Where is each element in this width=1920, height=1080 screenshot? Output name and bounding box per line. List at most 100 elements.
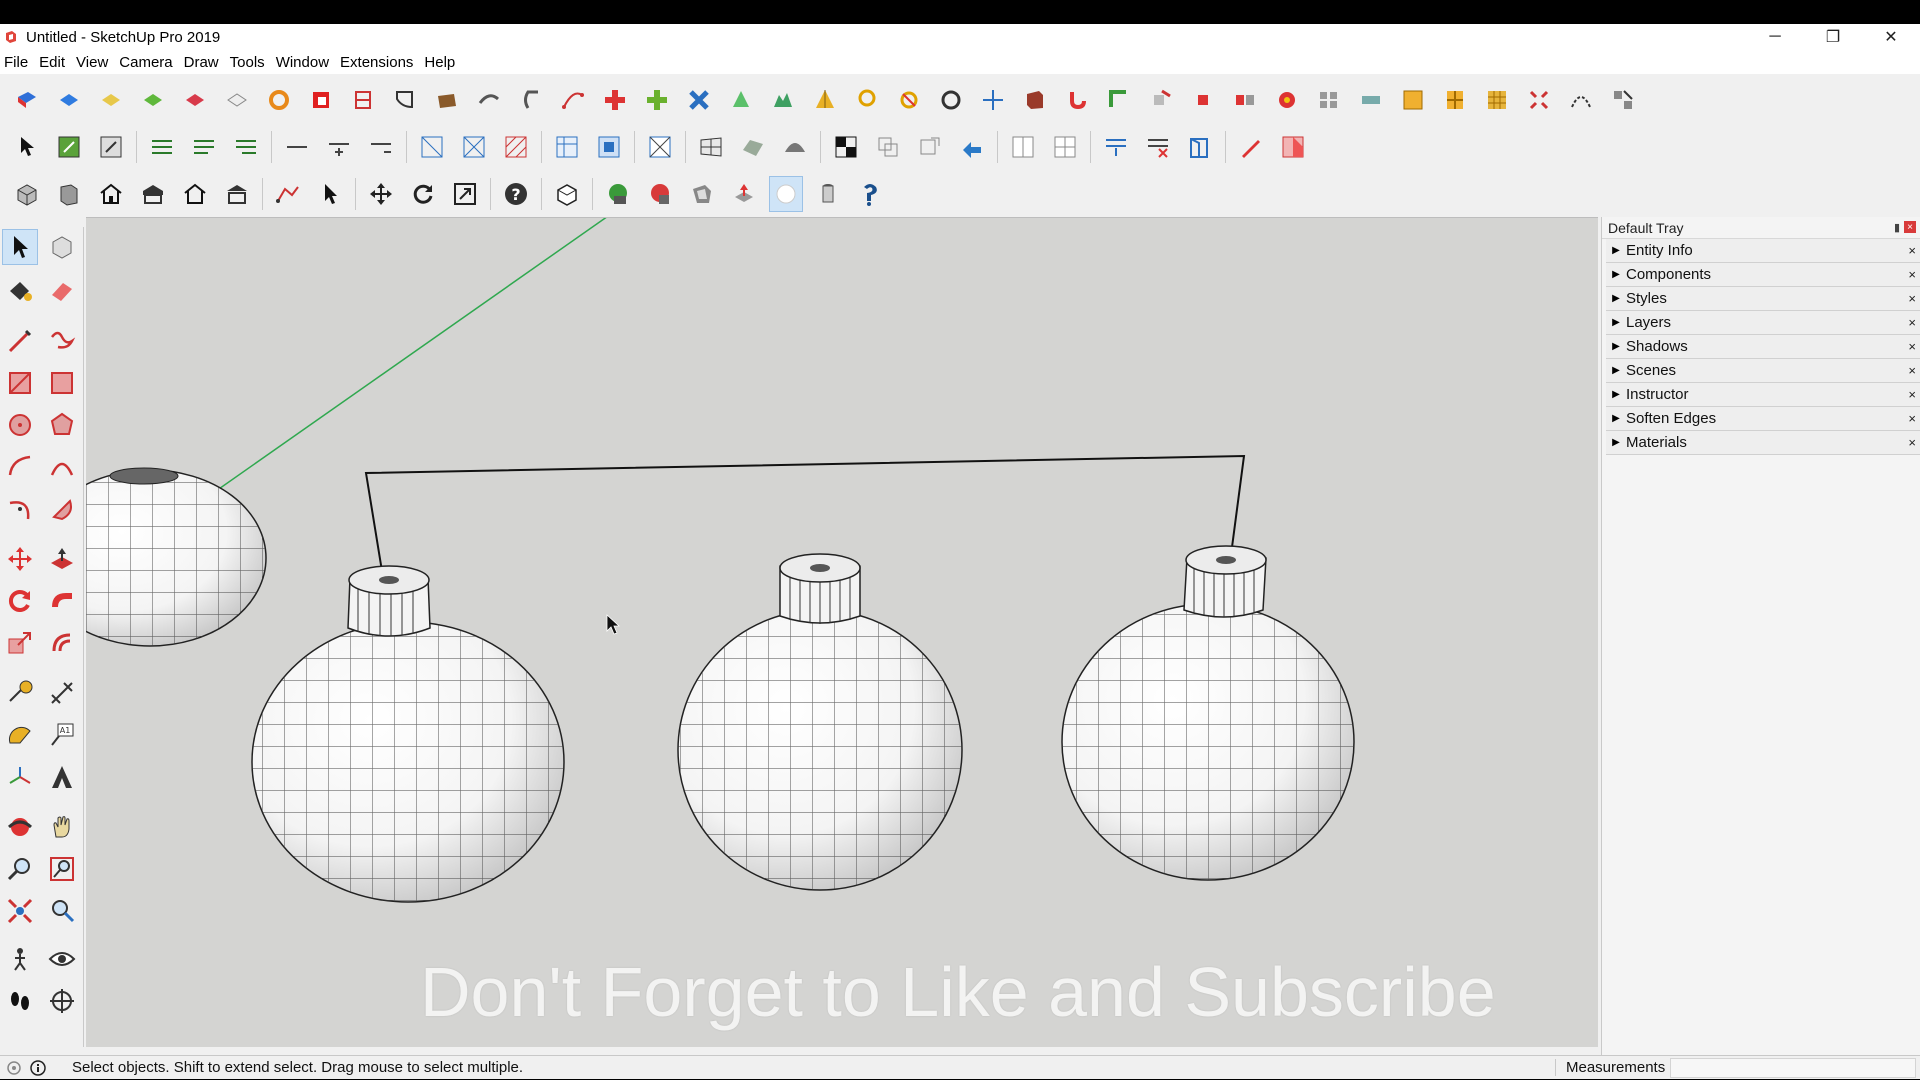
copy-faces-icon[interactable] — [871, 129, 905, 165]
iso-view-icon[interactable] — [10, 176, 44, 212]
top-view-icon[interactable] — [52, 176, 86, 212]
green-box-icon[interactable] — [52, 129, 86, 165]
component-tool-icon[interactable] — [44, 229, 80, 265]
info-icon[interactable] — [28, 1058, 48, 1078]
dash-plus-icon[interactable] — [322, 129, 356, 165]
previous-view-icon[interactable] — [44, 893, 80, 929]
layout-icon[interactable] — [1606, 82, 1640, 118]
pencil-red-icon[interactable] — [1234, 129, 1268, 165]
scale-icon[interactable] — [448, 176, 482, 212]
array-icon[interactable] — [1312, 82, 1346, 118]
panel-close-icon[interactable]: × — [1908, 435, 1916, 450]
menu-tools[interactable]: Tools — [226, 54, 272, 71]
resize-box-icon[interactable] — [94, 129, 128, 165]
orbit-tool-icon[interactable] — [2, 809, 38, 845]
export-faces-icon[interactable] — [913, 129, 947, 165]
bezier-icon[interactable] — [556, 82, 590, 118]
rotate-copy-icon[interactable] — [1144, 82, 1178, 118]
loop-red-icon[interactable] — [892, 82, 926, 118]
tray-panel-components[interactable]: ▶ Components × — [1606, 263, 1920, 287]
front-view-icon[interactable] — [94, 176, 128, 212]
mirror-icon[interactable] — [1228, 82, 1262, 118]
split-vertical-icon[interactable] — [1006, 129, 1040, 165]
box-x-icon[interactable] — [415, 129, 449, 165]
text-tool-icon[interactable]: A1 — [44, 717, 80, 753]
protractor-icon[interactable] — [2, 717, 38, 753]
tape-measure-icon[interactable] — [2, 675, 38, 711]
panel-close-icon[interactable]: × — [1908, 339, 1916, 354]
lasso-icon[interactable] — [850, 82, 884, 118]
select-tool-icon[interactable] — [2, 229, 38, 265]
undo-arrow-icon[interactable] — [262, 82, 296, 118]
menu-file[interactable]: File — [0, 54, 35, 71]
flip-faces-icon[interactable] — [955, 129, 989, 165]
solid-subtract-icon[interactable] — [643, 176, 677, 212]
tile-grid-icon[interactable] — [1480, 82, 1514, 118]
restore-button[interactable]: ❐ — [1804, 24, 1862, 50]
menu-edit[interactable]: Edit — [35, 54, 72, 71]
red-square-icon[interactable] — [304, 82, 338, 118]
grid-x-icon[interactable] — [643, 129, 677, 165]
table-icon[interactable] — [550, 129, 584, 165]
blue-x-icon[interactable] — [682, 82, 716, 118]
zoom-extents-icon[interactable] — [2, 893, 38, 929]
solid-union-icon[interactable] — [601, 176, 635, 212]
lines-1-icon[interactable] — [145, 129, 179, 165]
rotate-red-icon[interactable] — [1186, 82, 1220, 118]
line-tool-icon[interactable] — [2, 323, 38, 359]
back-view-icon[interactable] — [178, 176, 212, 212]
panel-close-icon[interactable]: × — [1908, 315, 1916, 330]
blue-face-icon[interactable] — [52, 82, 86, 118]
rotate-tool-icon[interactable] — [2, 583, 38, 619]
tray-panel-scenes[interactable]: ▶ Scenes × — [1606, 359, 1920, 383]
close-button[interactable]: ✕ — [1862, 24, 1920, 50]
circle-tool-icon[interactable] — [2, 407, 38, 443]
follow-edge-icon[interactable] — [10, 82, 44, 118]
cylinder-icon[interactable] — [811, 176, 845, 212]
tray-panel-soften-edges[interactable]: ▶ Soften Edges × — [1606, 407, 1920, 431]
move-tool-icon[interactable] — [2, 541, 38, 577]
window-grid-icon[interactable] — [1438, 82, 1472, 118]
zoom-window-icon[interactable] — [44, 851, 80, 887]
lines-3-icon[interactable] — [229, 129, 263, 165]
pan-tool-icon[interactable] — [44, 809, 80, 845]
two-point-arc-icon[interactable] — [44, 449, 80, 485]
pyramid-icon[interactable] — [808, 82, 842, 118]
green-arrows-icon[interactable] — [1102, 82, 1136, 118]
yellow-face-icon[interactable] — [94, 82, 128, 118]
tray-close-icon[interactable]: × — [1904, 221, 1916, 233]
freehand-tool-icon[interactable] — [44, 323, 80, 359]
measurements-input[interactable] — [1670, 1058, 1916, 1078]
rotated-rectangle-icon[interactable] — [44, 365, 80, 401]
split-quad-icon[interactable] — [1048, 129, 1082, 165]
tray-panel-materials[interactable]: ▶ Materials × — [1606, 431, 1920, 455]
zoom-tool-icon[interactable] — [2, 851, 38, 887]
instructor-icon[interactable] — [853, 176, 887, 212]
checker-icon[interactable] — [829, 129, 863, 165]
solid-push-icon[interactable] — [727, 176, 761, 212]
ring-icon[interactable] — [934, 82, 968, 118]
red-frame-icon[interactable] — [346, 82, 380, 118]
minimize-button[interactable]: ─ — [1746, 24, 1804, 50]
offset-tool-icon[interactable] — [44, 625, 80, 661]
plain-face-icon[interactable] — [220, 82, 254, 118]
box-grid-icon[interactable] — [457, 129, 491, 165]
refresh-icon[interactable] — [406, 176, 440, 212]
select-arrow-icon[interactable] — [10, 129, 44, 165]
eraser-icon[interactable] — [44, 273, 80, 309]
terrain-icon[interactable] — [766, 82, 800, 118]
dimension-tool-icon[interactable] — [44, 675, 80, 711]
look-around-icon[interactable] — [44, 941, 80, 977]
green-cross-icon[interactable] — [640, 82, 674, 118]
menu-draw[interactable]: Draw — [180, 54, 226, 71]
axes-tool-icon[interactable] — [2, 759, 38, 795]
magnet-icon[interactable] — [1060, 82, 1094, 118]
xray-icon[interactable] — [550, 176, 584, 212]
cursor-icon[interactable] — [313, 176, 347, 212]
lines-2-icon[interactable] — [187, 129, 221, 165]
follow-me-icon[interactable] — [44, 583, 80, 619]
curve-frame-icon[interactable] — [388, 82, 422, 118]
slab-icon[interactable] — [1354, 82, 1388, 118]
link-icon[interactable] — [472, 82, 506, 118]
door-icon[interactable] — [1183, 129, 1217, 165]
